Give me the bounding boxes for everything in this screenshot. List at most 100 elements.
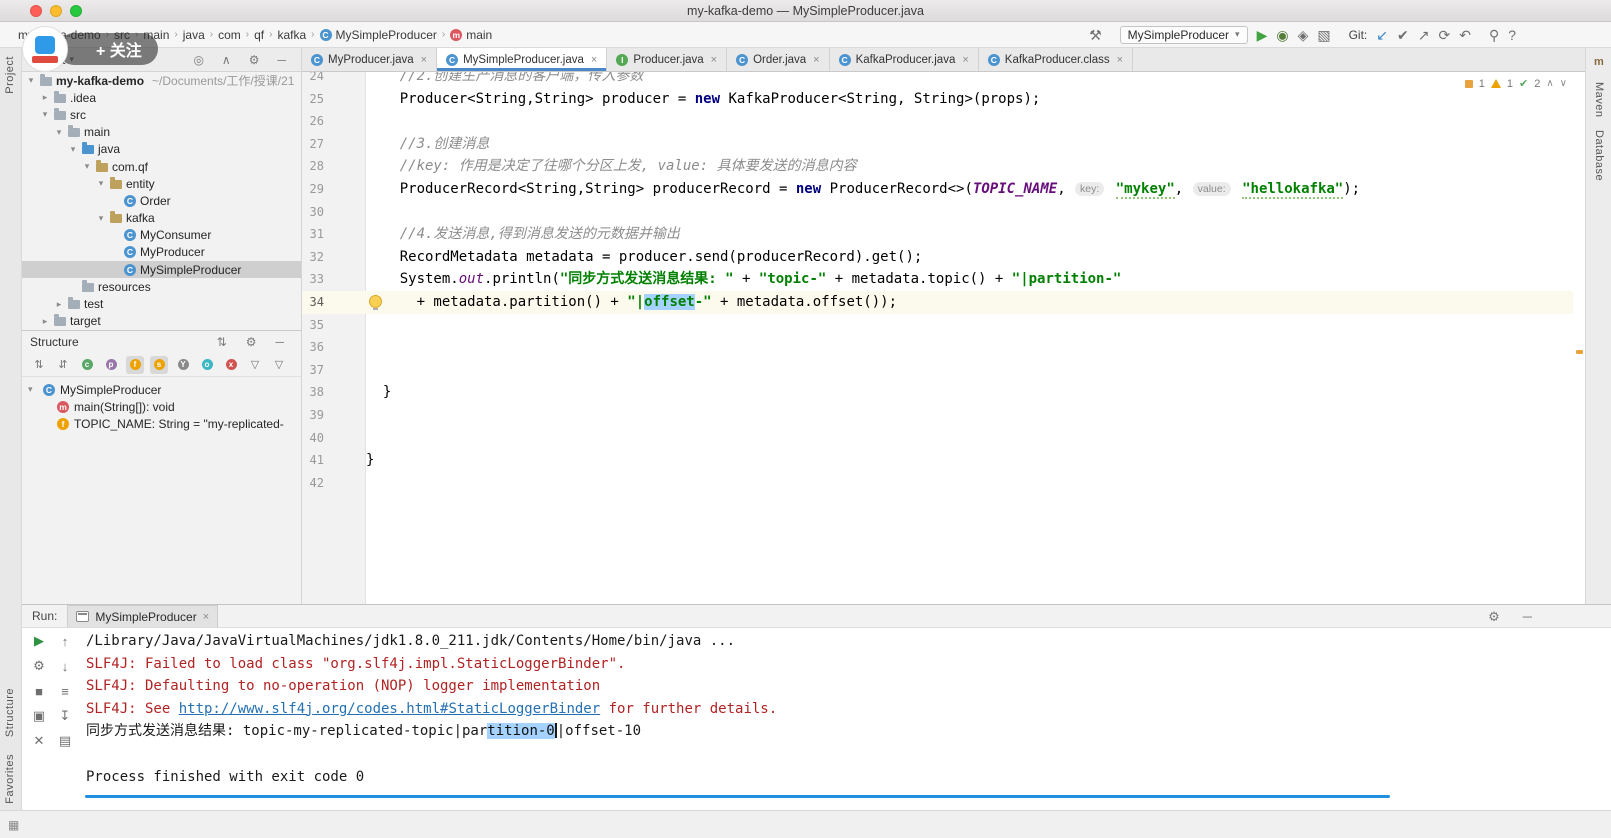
- tool-button-maven[interactable]: Maven: [1593, 82, 1605, 118]
- debug-button[interactable]: ◉: [1276, 27, 1288, 43]
- up-stack-icon[interactable]: ↑: [55, 632, 75, 650]
- tree-item-java[interactable]: ▾ java: [22, 141, 301, 158]
- tool-window-switcher-icon[interactable]: ▦: [8, 818, 19, 832]
- profiler-button[interactable]: ▧: [1317, 27, 1330, 43]
- code-line[interactable]: 24 //2.创建生产消息的客户端，传入参数: [302, 72, 1573, 88]
- rerun-button[interactable]: ▶: [29, 632, 49, 650]
- code-line[interactable]: 34 + metadata.partition() + "|offset-" +…: [302, 290, 1573, 314]
- console-line[interactable]: [86, 743, 1611, 766]
- run-tab[interactable]: MySimpleProducer ×: [67, 605, 219, 627]
- prev-problem-button[interactable]: ∧: [1546, 78, 1553, 89]
- tree-item-test[interactable]: ▸ test: [22, 295, 301, 312]
- console-link[interactable]: http://www.slf4j.org/codes.html#StaticLo…: [179, 701, 600, 717]
- down-stack-icon[interactable]: ↓: [55, 657, 75, 675]
- tool-button-database[interactable]: Database: [1593, 130, 1605, 181]
- scroll-to-end-icon[interactable]: ↧: [55, 707, 75, 725]
- rollback-icon[interactable]: ↶: [1459, 27, 1471, 43]
- inspections-widget[interactable]: 1 1 ✔ 2 ∧ ∨: [1460, 76, 1571, 91]
- tool-button-favorites[interactable]: Favorites: [4, 754, 16, 804]
- console-output[interactable]: /Library/Java/JavaVirtualMachines/jdk1.8…: [86, 628, 1611, 810]
- close-window-button[interactable]: [30, 5, 42, 17]
- sort-alpha-icon[interactable]: ⇅: [30, 356, 48, 374]
- code-area[interactable]: 24 //2.创建生产消息的客户端，传入参数 25 Producer<String…: [302, 72, 1573, 494]
- tool-button-structure[interactable]: Structure: [4, 688, 16, 737]
- code-line[interactable]: 27 //3.创建消息: [302, 133, 1573, 156]
- chevron-icon[interactable]: ▾: [68, 144, 78, 155]
- help-icon[interactable]: ?: [1508, 27, 1516, 43]
- code-line[interactable]: 36: [302, 336, 1573, 359]
- search-everywhere-icon[interactable]: ⚲: [1489, 27, 1499, 43]
- chevron-icon[interactable]: ▾: [96, 213, 106, 224]
- settings-gear-icon[interactable]: ⚙: [1488, 610, 1500, 623]
- console-line[interactable]: SLF4J: Failed to load class "org.slf4j.i…: [86, 653, 1611, 676]
- code-line[interactable]: 31 //4.发送消息,得到消息发送的元数据并输出: [302, 223, 1573, 246]
- hide-panel-icon[interactable]: ─: [275, 336, 284, 348]
- code-line[interactable]: 40: [302, 427, 1573, 450]
- tree-item-resources[interactable]: resources: [22, 278, 301, 295]
- tab-producer-java[interactable]: I Producer.java ×: [607, 48, 728, 71]
- commit-icon[interactable]: ✔: [1397, 27, 1409, 43]
- tree-item-com-qf[interactable]: ▾ com.qf: [22, 158, 301, 175]
- close-icon[interactable]: ×: [1117, 54, 1123, 66]
- code-line[interactable]: 26: [302, 110, 1573, 133]
- print-icon[interactable]: ▤: [55, 732, 75, 750]
- breadcrumb-item[interactable]: m main: [450, 28, 492, 42]
- code-line[interactable]: 32 RecordMetadata metadata = producer.se…: [302, 246, 1573, 269]
- structure-item-main-string-void[interactable]: m main(String[]): void: [22, 398, 301, 415]
- tree-item-my-kafka-demo[interactable]: ▾ my-kafka-demo ~/Documents/工作/授课/21: [22, 72, 301, 89]
- close-icon[interactable]: ×: [591, 54, 597, 66]
- collapse-all-icon[interactable]: ∧: [222, 54, 231, 66]
- code-line[interactable]: 35: [302, 314, 1573, 337]
- code-line[interactable]: 37: [302, 359, 1573, 382]
- close-icon[interactable]: ×: [962, 54, 968, 66]
- intention-bulb-icon[interactable]: [369, 294, 382, 310]
- console-line[interactable]: 同步方式发送消息结果: topic-my-replicated-topic|pa…: [86, 720, 1611, 743]
- tool-button-project[interactable]: Project: [4, 56, 16, 94]
- filter-visibility-icon[interactable]: Y: [174, 356, 192, 374]
- breadcrumb-item[interactable]: qf: [254, 28, 264, 42]
- console-line[interactable]: Process finished with exit code 0: [86, 766, 1611, 789]
- hide-panel-icon[interactable]: ─: [277, 54, 286, 66]
- code-line[interactable]: 28 //key: 作用是决定了往哪个分区上发, value: 具体要发送的消息…: [302, 155, 1573, 178]
- breadcrumb-item[interactable]: com: [218, 28, 241, 42]
- tree-item--idea[interactable]: ▸ .idea: [22, 89, 301, 106]
- screenshot-icon[interactable]: ▣: [29, 707, 49, 725]
- clear-output-icon[interactable]: ✕: [29, 732, 49, 750]
- console-line[interactable]: /Library/Java/JavaVirtualMachines/jdk1.8…: [86, 630, 1611, 653]
- streamer-avatar[interactable]: [22, 26, 68, 72]
- close-icon[interactable]: ×: [421, 54, 427, 66]
- tree-item-myconsumer[interactable]: C MyConsumer: [22, 227, 301, 244]
- stop-button[interactable]: ■: [29, 682, 49, 700]
- show-inherited-toggle[interactable]: x: [222, 356, 240, 374]
- zoom-window-button[interactable]: [70, 5, 82, 17]
- show-anonymous-toggle[interactable]: o: [198, 356, 216, 374]
- chevron-icon[interactable]: ▾: [26, 75, 36, 86]
- tab-kafkaproducer-class[interactable]: C KafkaProducer.class ×: [978, 48, 1134, 71]
- show-classes-toggle[interactable]: c: [78, 356, 96, 374]
- tree-item-order[interactable]: C Order: [22, 192, 301, 209]
- show-fields-toggle[interactable]: f: [126, 355, 144, 374]
- next-problem-button[interactable]: ∨: [1560, 78, 1567, 89]
- close-icon[interactable]: ×: [813, 54, 819, 66]
- console-line[interactable]: SLF4J: See http://www.slf4j.org/codes.ht…: [86, 698, 1611, 721]
- settings-gear-icon[interactable]: ⚙: [246, 336, 257, 348]
- locate-file-icon[interactable]: ◎: [193, 54, 203, 66]
- settings-wrench-icon[interactable]: ⚙: [29, 657, 49, 675]
- tree-item-main[interactable]: ▾ main: [22, 124, 301, 141]
- code-editor[interactable]: 24 //2.创建生产消息的客户端，传入参数 25 Producer<String…: [302, 72, 1585, 604]
- follow-button[interactable]: + 关注: [58, 33, 158, 65]
- progress-bar[interactable]: [85, 795, 1390, 798]
- show-static-toggle[interactable]: s: [150, 355, 168, 374]
- code-line[interactable]: 29 ProducerRecord<String,String> produce…: [302, 178, 1573, 201]
- settings-gear-icon[interactable]: ⚙: [249, 54, 260, 66]
- chevron-icon[interactable]: ▾: [40, 109, 50, 120]
- code-line[interactable]: 30: [302, 201, 1573, 224]
- minimize-icon[interactable]: ─: [1523, 610, 1532, 623]
- chevron-icon[interactable]: ▸: [54, 299, 64, 310]
- window-titlebar[interactable]: my-kafka-demo — MySimpleProducer.java: [0, 0, 1611, 22]
- minimize-window-button[interactable]: [50, 5, 62, 17]
- code-line[interactable]: 33 System.out.println("同步方式发送消息结果: " + "…: [302, 268, 1573, 291]
- chevron-icon[interactable]: ▾: [96, 178, 106, 189]
- tab-order-java[interactable]: C Order.java ×: [727, 48, 830, 71]
- code-line[interactable]: 38 }: [302, 381, 1573, 404]
